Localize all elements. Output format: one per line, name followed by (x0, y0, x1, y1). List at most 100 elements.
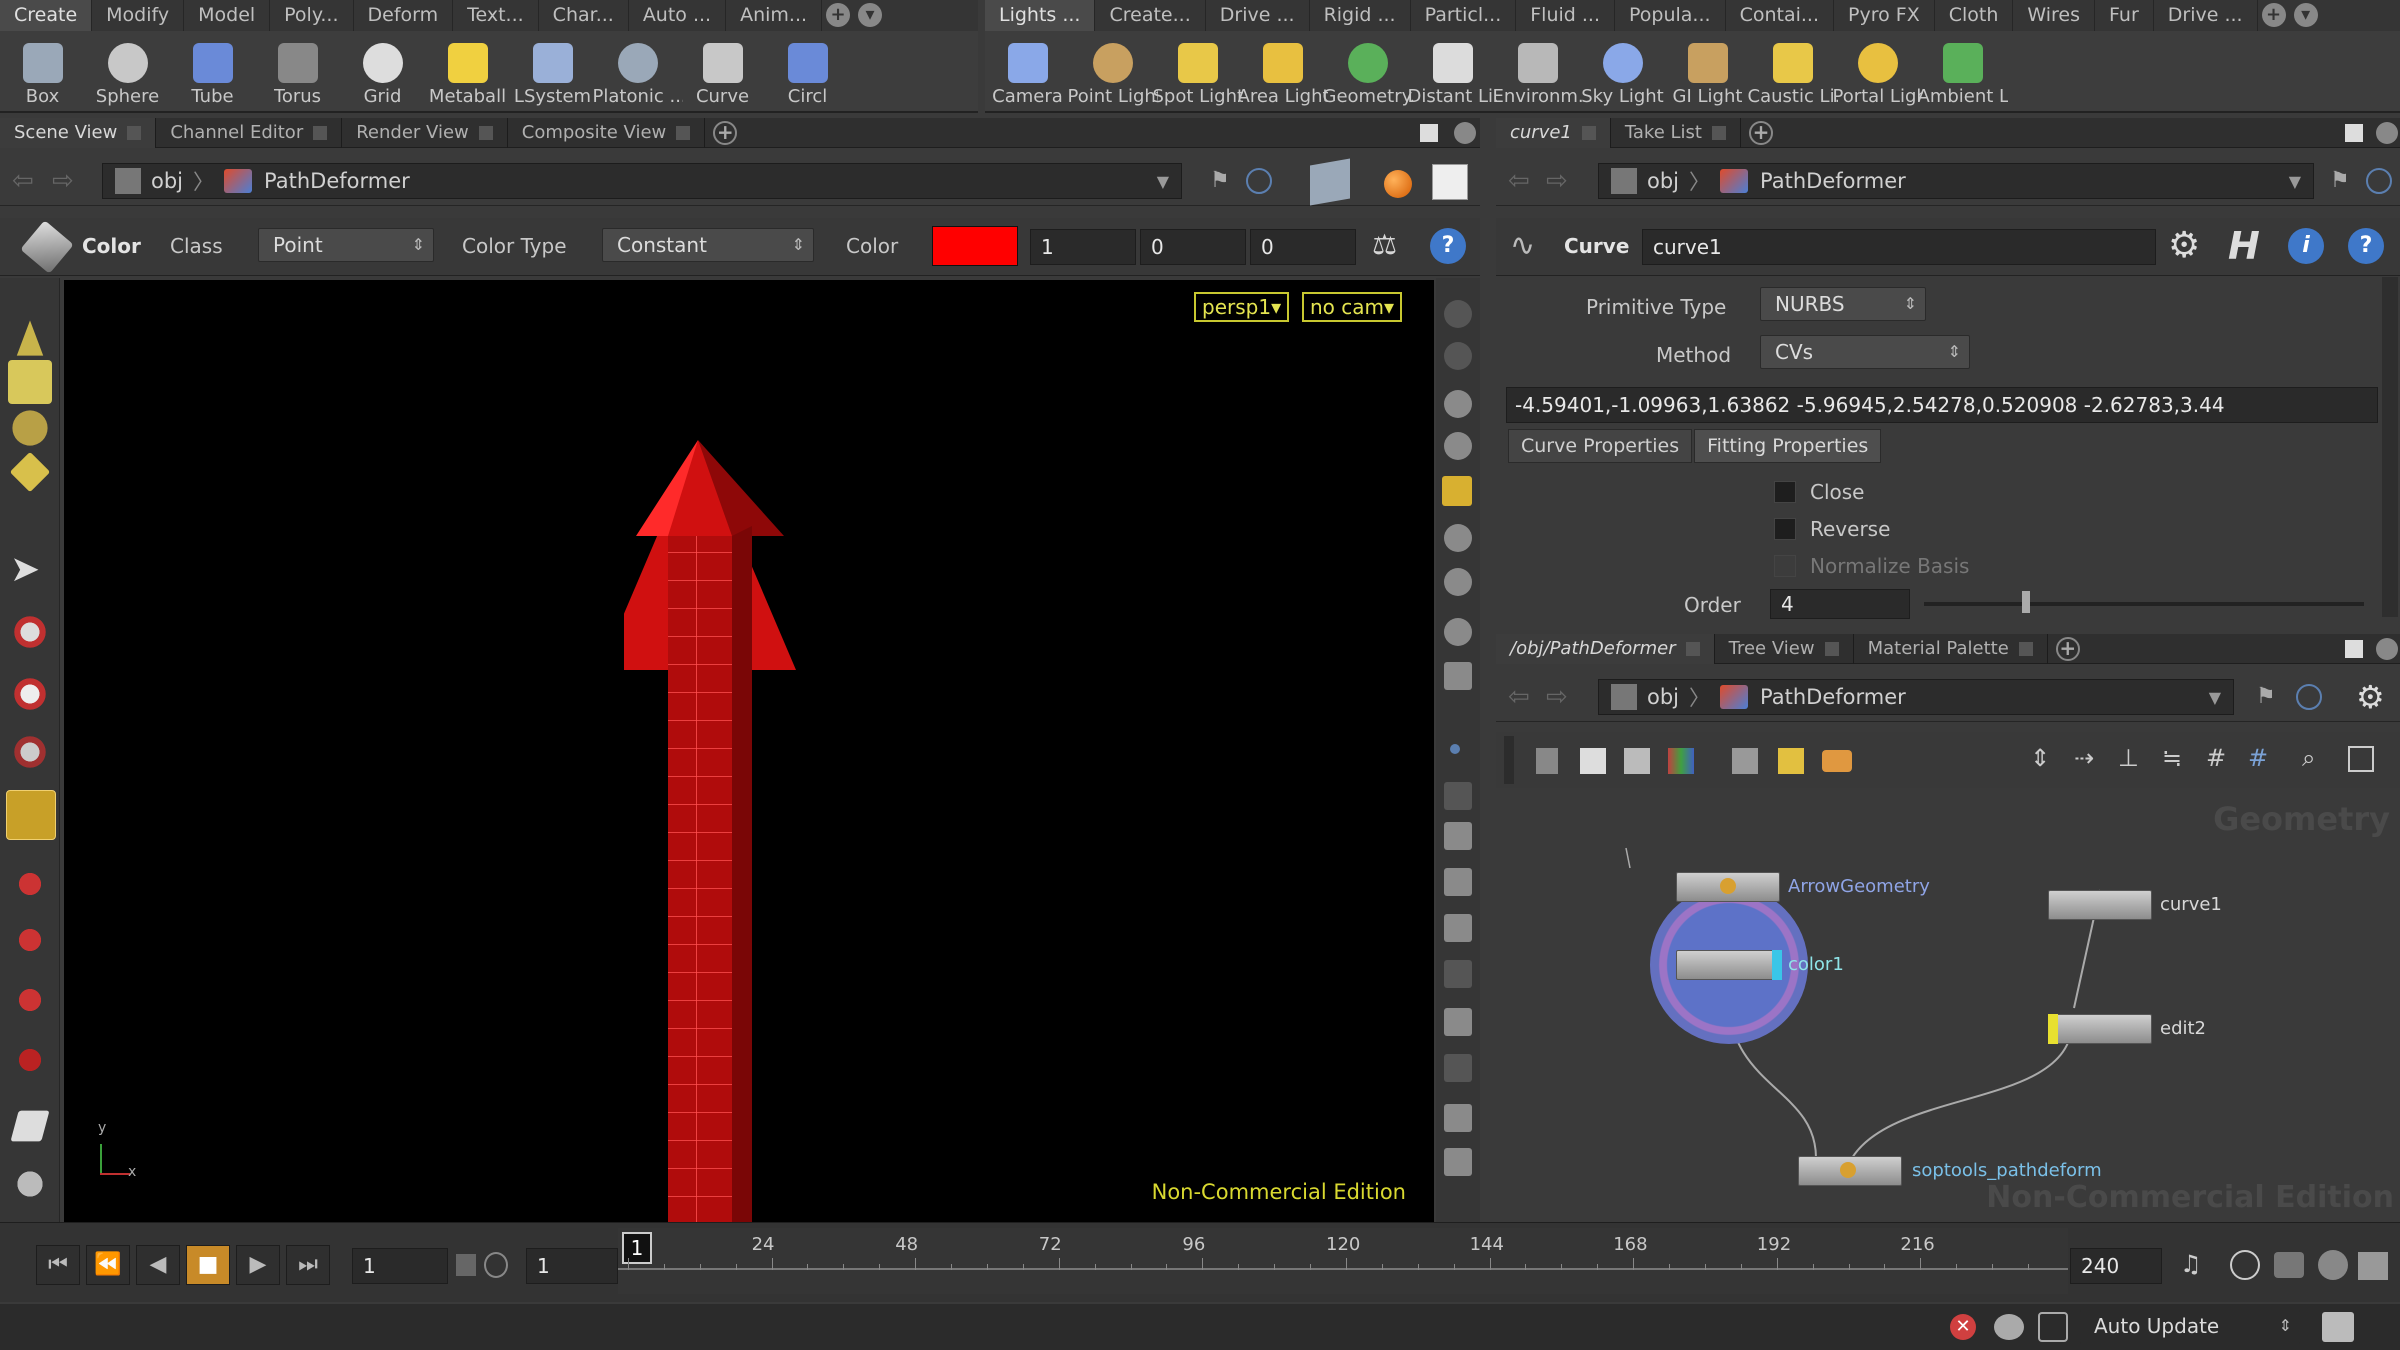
shelf-tab-wires[interactable]: Wires (2013, 0, 2096, 31)
scene-path-field[interactable]: obj 〉 PathDeformer ▼ (102, 163, 1182, 199)
shelf-tool-metaball[interactable]: Metaball (425, 31, 510, 111)
shelf-tab-fur[interactable]: Fur (2095, 0, 2154, 31)
maximize-icon[interactable] (2345, 124, 2363, 142)
tab-close-icon[interactable] (1711, 126, 1726, 140)
shelf-tab-pyro-fx[interactable]: Pyro FX (1834, 0, 1935, 31)
shelf-tool-caustic-li[interactable]: Caustic Li... (1748, 31, 1838, 111)
shelf-tool-geometry[interactable]: Geometry... (1323, 31, 1413, 111)
network-box-icon[interactable] (1732, 748, 1758, 774)
list-view-icon[interactable] (1580, 748, 1606, 774)
tab-channel-editor[interactable]: Channel Editor (156, 118, 343, 148)
tab-material-palette[interactable]: Material Palette (1854, 634, 2048, 664)
view-tool-icon[interactable] (8, 1162, 52, 1206)
magnet-move-icon[interactable] (8, 862, 52, 906)
back-arrow-icon[interactable]: ⇦ (1508, 166, 1530, 196)
current-frame-field[interactable]: 1 (352, 1248, 448, 1284)
cache-icon[interactable] (2358, 1252, 2388, 1280)
display-cube-icon[interactable] (1310, 158, 1350, 206)
shading-ball-icon[interactable] (1384, 170, 1412, 198)
parm-path-field[interactable]: obj 〉 PathDeformer ▼ (1598, 163, 2314, 199)
template-flag[interactable] (2048, 1014, 2058, 1044)
shelf-tab-fluid[interactable]: Fluid ... (1516, 0, 1615, 31)
thumbnail-view-icon[interactable] (1624, 748, 1650, 774)
back-arrow-icon[interactable]: ⇦ (12, 166, 34, 196)
shelf-tool-lsystem[interactable]: LSystem (510, 31, 595, 111)
subnet-icon[interactable] (1822, 750, 1852, 772)
realtime-icon[interactable] (484, 1252, 508, 1278)
audio-icon[interactable]: ♫ (2180, 1250, 2216, 1282)
shelf-tab-lights[interactable]: Lights ... (985, 0, 1096, 31)
snap-icon[interactable] (1444, 662, 1472, 690)
render-icon[interactable] (2322, 1312, 2354, 1342)
display-normals-icon[interactable] (1444, 568, 1472, 596)
link-icon[interactable] (2366, 168, 2392, 194)
path-dropdown-icon[interactable]: ▼ (1157, 172, 1169, 191)
tab-curve-properties[interactable]: Curve Properties (1508, 429, 1693, 463)
tab-tree-view[interactable]: Tree View (1715, 634, 1854, 664)
keyframe-icon[interactable] (2230, 1250, 2260, 1280)
help-icon[interactable]: ? (2348, 228, 2384, 264)
hull-display-icon[interactable] (1444, 914, 1472, 942)
gear-icon[interactable]: ⚙ (2356, 678, 2385, 716)
shelf-tab-create[interactable]: Create (0, 0, 93, 31)
magnet-rotate-icon[interactable] (8, 918, 52, 962)
path-root[interactable]: obj (151, 169, 183, 193)
message-icon[interactable] (1994, 1314, 2024, 1340)
shelf-tab-popula[interactable]: Popula... (1615, 0, 1726, 31)
order-slider-handle[interactable] (2022, 591, 2030, 613)
viewport-option-icon[interactable] (1444, 300, 1472, 328)
select-arrow-icon[interactable]: ➤ (10, 550, 54, 594)
tab-close-icon[interactable] (313, 126, 328, 140)
path-root[interactable]: obj (1647, 685, 1679, 709)
tab-close-icon[interactable] (676, 126, 691, 140)
shelf-tool-distant-li[interactable]: Distant Li... (1408, 31, 1498, 111)
wire-style-icon[interactable]: ≒ (2162, 744, 2182, 772)
align-icon[interactable]: ⊥ (2118, 744, 2139, 772)
curve-display-icon[interactable] (1444, 960, 1472, 988)
shelf-tool-platonic[interactable]: Platonic ... (593, 31, 683, 111)
shelf-tool-camera[interactable]: Camera (985, 31, 1070, 111)
color-palette-icon[interactable] (1668, 748, 1694, 774)
select-prims-icon[interactable] (12, 410, 48, 446)
tab-fitting-properties[interactable]: Fitting Properties (1694, 429, 1882, 463)
shelf-tool-ambient-l[interactable]: Ambient L... (1918, 31, 2008, 111)
prev-key-button[interactable]: ⏪ (86, 1245, 130, 1285)
help-icon[interactable]: ? (1430, 228, 1466, 264)
path-node[interactable]: PathDeformer (1760, 685, 1906, 709)
start-frame-field[interactable]: 1 (526, 1248, 618, 1284)
tab-take-list[interactable]: Take List (1611, 118, 1741, 148)
node-edit2-label[interactable]: edit2 (2160, 1018, 2206, 1039)
shelf-tool-environm[interactable]: Environm... (1493, 31, 1583, 111)
shelf-tool-gi-light[interactable]: GI Light (1665, 31, 1750, 111)
pin-icon[interactable]: ⚑ (2256, 684, 2276, 709)
network-path-field[interactable]: obj 〉 PathDeformer ▼ (1598, 679, 2234, 715)
shelf-tab-particl[interactable]: Particl... (1411, 0, 1517, 31)
scale-tool-icon[interactable] (8, 730, 52, 774)
shelf-tool-sphere[interactable]: Sphere (85, 31, 170, 111)
primitive-type-dropdown[interactable]: NURBS ⇕ (1760, 287, 1926, 321)
point-display-icon[interactable] (1450, 744, 1460, 754)
snapshot-icon[interactable] (1444, 390, 1472, 418)
shelf-tab-auto[interactable]: Auto ... (629, 0, 727, 31)
shelf-tool-torus[interactable]: Torus (255, 31, 340, 111)
display-ghost-icon[interactable] (1444, 618, 1472, 646)
shelf-tool-grid[interactable]: Grid (340, 31, 425, 111)
path-root[interactable]: obj (1647, 169, 1679, 193)
close-pane-icon[interactable] (1454, 122, 1476, 144)
shelf-tab-poly[interactable]: Poly... (270, 0, 354, 31)
pin-icon[interactable]: ⚑ (2330, 168, 2350, 193)
end-frame-field[interactable]: 240 (2070, 1248, 2162, 1284)
cam-menu[interactable]: no cam▾ (1302, 292, 1403, 322)
tab-render-view[interactable]: Render View (342, 118, 508, 148)
layout-vertical-icon[interactable]: ⇕ (2030, 744, 2050, 772)
close-checkbox[interactable] (1774, 481, 1796, 503)
move-tool-icon[interactable] (8, 610, 52, 654)
add-shelf-icon[interactable]: + (2261, 3, 2286, 27)
node-name-field[interactable]: curve1 (1642, 229, 2156, 265)
timeline-ruler[interactable]: 1 24 48 72 96 120 144 168 192 216 (618, 1228, 2068, 1294)
jump-start-button[interactable]: ⏮ (36, 1245, 80, 1285)
footprint-icon[interactable] (1444, 1054, 1472, 1082)
color-swatch[interactable] (932, 226, 1018, 266)
path-node[interactable]: PathDeformer (1760, 169, 1906, 193)
pin-icon[interactable]: ⚑ (1210, 168, 1230, 194)
